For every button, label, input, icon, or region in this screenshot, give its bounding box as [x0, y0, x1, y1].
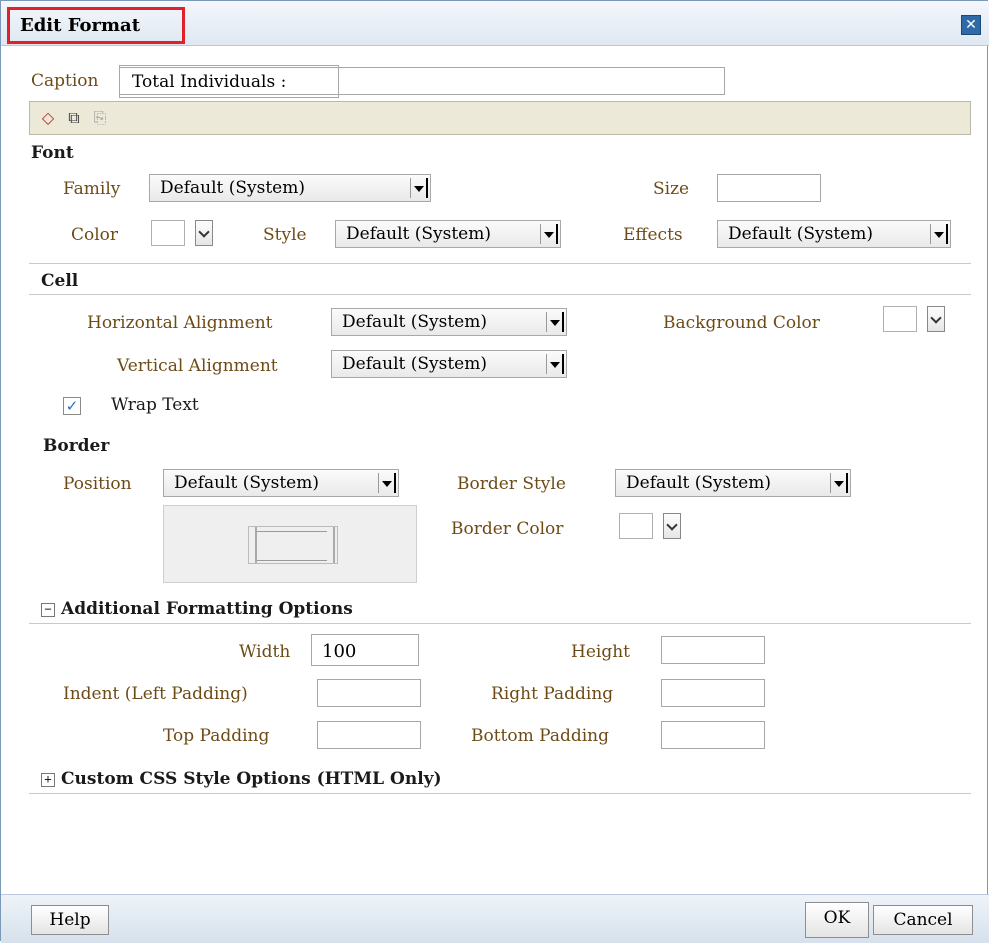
effects-select[interactable]: Default (System)	[717, 220, 951, 248]
border-style-select-value: Default (System)	[626, 473, 771, 493]
bgcolor-dropdown[interactable]	[927, 306, 945, 332]
font-color-dropdown[interactable]	[195, 220, 213, 246]
family-select-value: Default (System)	[160, 178, 305, 198]
style-label: Style	[263, 225, 307, 245]
additional-options-toggle[interactable]: − Additional Formatting Options	[41, 599, 353, 619]
chevron-down-icon	[546, 312, 564, 332]
custom-css-divider	[29, 793, 971, 794]
caption-label: Caption	[31, 71, 99, 91]
font-section-heading: Font	[31, 143, 74, 163]
right-padding-label: Right Padding	[491, 684, 614, 704]
family-label: Family	[63, 179, 121, 199]
indent-label: Indent (Left Padding)	[63, 684, 248, 704]
border-section-heading: Border	[43, 436, 110, 456]
border-color-dropdown[interactable]	[663, 513, 681, 539]
right-padding-input[interactable]	[661, 679, 765, 707]
family-select[interactable]: Default (System)	[149, 174, 431, 202]
wrap-text-label: Wrap Text	[111, 395, 199, 415]
additional-divider	[29, 623, 971, 624]
height-label: Height	[571, 642, 630, 662]
dialog-footer: Help OK Cancel	[1, 894, 989, 943]
effects-select-value: Default (System)	[728, 224, 873, 244]
size-label: Size	[653, 179, 690, 199]
edit-format-dialog: Edit Format ✕ Caption Total Individuals …	[0, 0, 989, 943]
expand-icon: +	[41, 773, 55, 787]
position-select[interactable]: Default (System)	[163, 469, 399, 497]
chevron-down-icon	[410, 178, 428, 198]
copy-icon[interactable]: ⧉	[64, 108, 84, 128]
caption-input[interactable]: Total Individuals :	[119, 65, 339, 98]
cell-section-heading: Cell	[41, 271, 79, 291]
collapse-icon: −	[41, 603, 55, 617]
indent-input[interactable]	[317, 679, 421, 707]
font-color-swatch[interactable]	[151, 220, 185, 246]
border-style-select[interactable]: Default (System)	[615, 469, 851, 497]
size-input[interactable]	[717, 174, 821, 202]
valign-select-value: Default (System)	[342, 354, 487, 374]
help-button[interactable]: Help	[31, 905, 109, 935]
chevron-down-icon	[930, 224, 948, 244]
bgcolor-swatch[interactable]	[883, 306, 917, 332]
position-select-value: Default (System)	[174, 473, 319, 493]
width-input[interactable]: 100	[311, 634, 419, 666]
top-padding-label: Top Padding	[163, 726, 270, 746]
chevron-down-icon	[540, 224, 558, 244]
wrap-text-checkbox[interactable]: ✓	[63, 397, 81, 415]
chevron-down-icon	[546, 354, 564, 374]
custom-css-toggle[interactable]: + Custom CSS Style Options (HTML Only)	[41, 769, 442, 789]
border-color-label: Border Color	[451, 519, 564, 539]
halign-select-value: Default (System)	[342, 312, 487, 332]
border-style-label: Border Style	[457, 474, 566, 494]
cell-divider	[29, 294, 971, 295]
dialog-title: Edit Format	[7, 7, 185, 44]
custom-css-heading: Custom CSS Style Options (HTML Only)	[61, 769, 442, 789]
bottom-padding-label: Bottom Padding	[471, 726, 609, 746]
top-padding-input[interactable]	[317, 721, 421, 749]
close-icon[interactable]: ✕	[961, 15, 981, 35]
width-label: Width	[239, 642, 291, 662]
position-label: Position	[63, 474, 132, 494]
bottom-padding-input[interactable]	[661, 721, 765, 749]
font-divider	[29, 263, 971, 264]
ok-button[interactable]: OK	[805, 902, 869, 938]
halign-select[interactable]: Default (System)	[331, 308, 567, 336]
valign-select[interactable]: Default (System)	[331, 350, 567, 378]
bgcolor-label: Background Color	[663, 313, 820, 333]
halign-label: Horizontal Alignment	[87, 313, 273, 333]
dialog-titlebar: Edit Format ✕	[1, 1, 989, 46]
border-color-swatch[interactable]	[619, 513, 653, 539]
paste-icon[interactable]: ⎘	[90, 108, 110, 128]
caption-toolbar: ◇ ⧉ ⎘	[29, 101, 971, 135]
cancel-button[interactable]: Cancel	[873, 905, 973, 935]
additional-options-heading: Additional Formatting Options	[61, 599, 353, 619]
chevron-down-icon	[378, 473, 396, 493]
border-preview-graphic	[248, 526, 338, 564]
color-label: Color	[71, 225, 119, 245]
border-position-preview[interactable]	[163, 505, 417, 583]
style-select-value: Default (System)	[346, 224, 491, 244]
chevron-down-icon	[830, 473, 848, 493]
style-select[interactable]: Default (System)	[335, 220, 561, 248]
eraser-icon[interactable]: ◇	[38, 108, 58, 128]
effects-label: Effects	[623, 225, 683, 245]
valign-label: Vertical Alignment	[117, 356, 278, 376]
height-input[interactable]	[661, 636, 765, 664]
